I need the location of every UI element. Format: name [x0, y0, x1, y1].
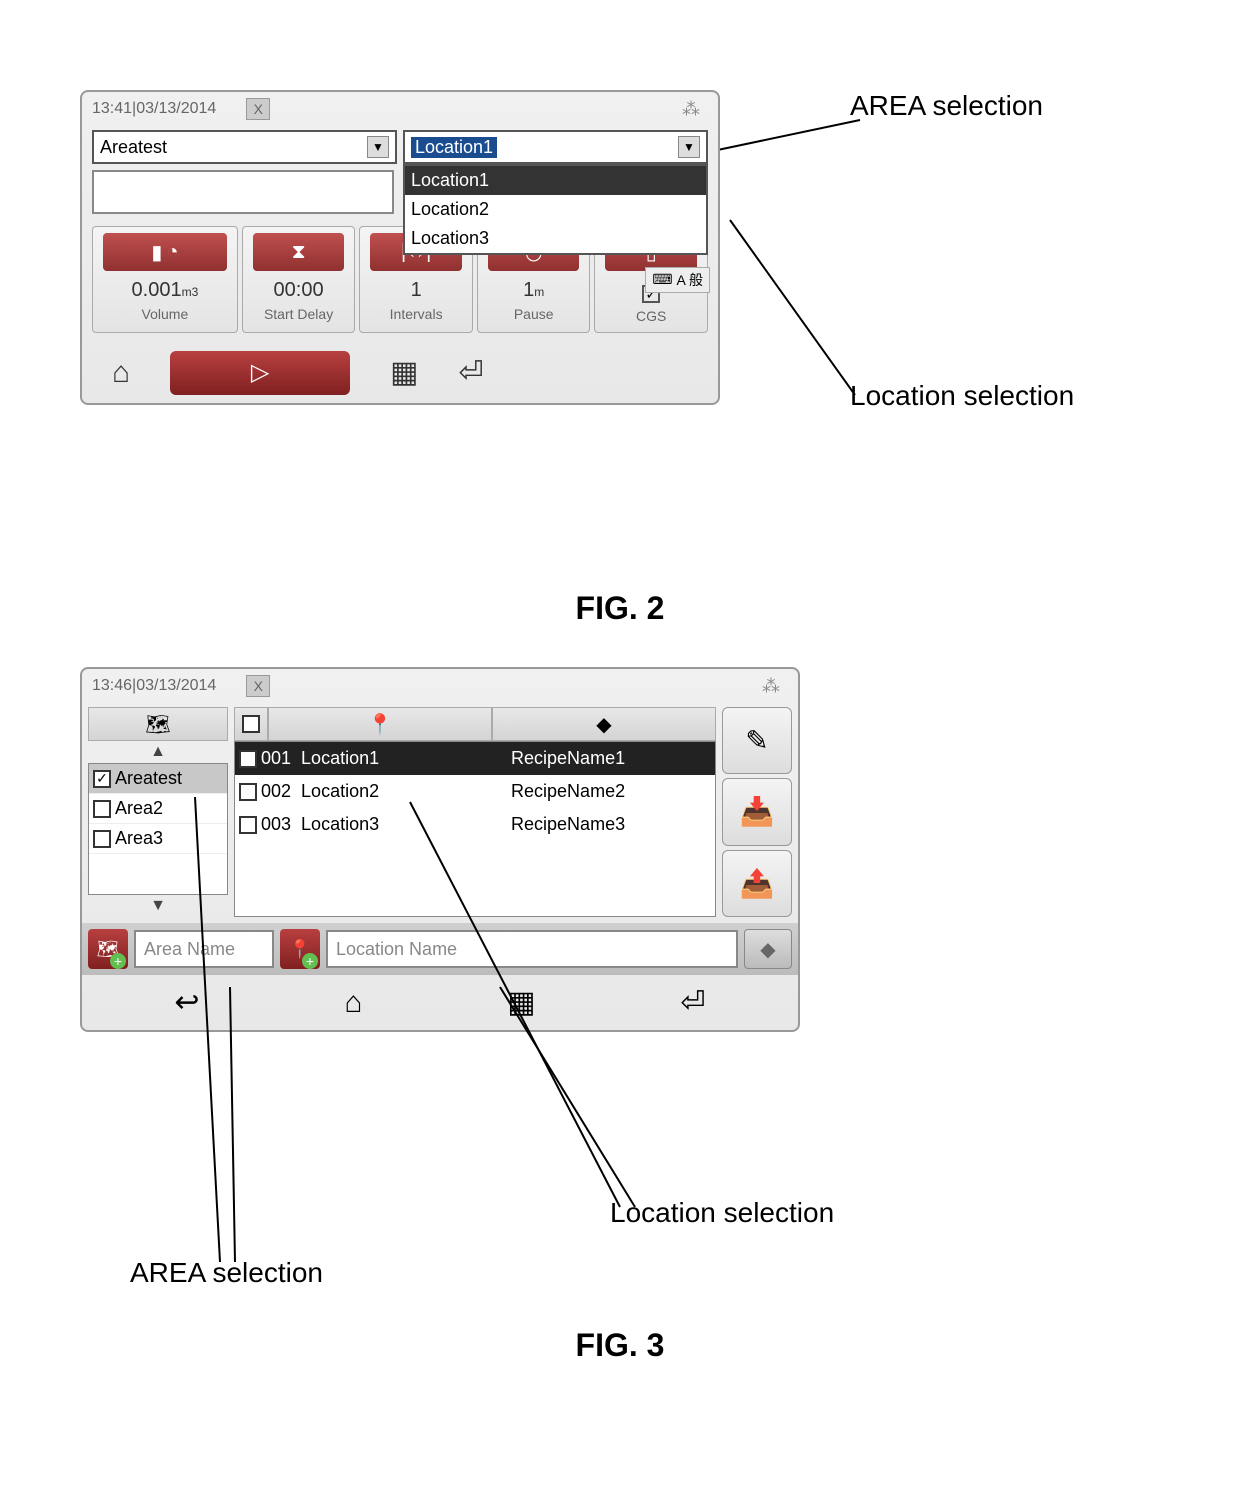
- network-icon: ⁂: [762, 676, 780, 697]
- apps-button[interactable]: ▦: [390, 355, 418, 390]
- location-row[interactable]: ✓001 Location1 RecipeName1: [235, 742, 715, 775]
- map-icon: 🗺: [145, 712, 170, 737]
- location-checkbox[interactable]: ✓: [239, 750, 257, 768]
- clock-date: 03/13/2014: [136, 100, 216, 118]
- location-checkbox[interactable]: [239, 783, 257, 801]
- logout-button[interactable]: ⏎: [458, 355, 483, 390]
- chevron-down-icon: ▼: [678, 136, 700, 158]
- annotation-area-selection-fig3: AREA selection: [130, 1257, 323, 1289]
- add-location-button[interactable]: 📍+: [280, 929, 320, 969]
- layers-icon: ◆: [760, 937, 775, 962]
- notes-input[interactable]: [92, 170, 394, 214]
- location-name-input[interactable]: Location Name: [326, 930, 738, 968]
- location-list: ✓001 Location1 RecipeName1 002 Location2…: [234, 741, 716, 917]
- volume-tile[interactable]: ▮◔ 0.001m3 Volume: [92, 226, 238, 333]
- back-button[interactable]: ↩: [174, 985, 199, 1020]
- hourglass-icon: ⧗: [292, 241, 306, 264]
- fig2-panel: 13:41 | 03/13/2014 X ⁂ Areatest ▼ Locati…: [80, 90, 720, 405]
- figure-2-label: FIG. 2: [20, 590, 1220, 627]
- fig3-header: 13:46 | 03/13/2014 X ⁂: [82, 669, 798, 703]
- clock-icon: ◔: [166, 241, 178, 264]
- pencil-icon: ✎: [745, 724, 768, 757]
- location-column-header: 📍: [268, 707, 492, 741]
- checkbox[interactable]: [242, 715, 260, 733]
- area-row[interactable]: ✓ Areatest: [89, 764, 227, 794]
- ime-indicator[interactable]: ⌨ A 般: [645, 267, 710, 293]
- folder-out-icon: 📤: [740, 867, 775, 900]
- scroll-up-button[interactable]: ▲: [88, 741, 228, 763]
- home-button[interactable]: ⌂: [112, 356, 130, 390]
- area-row[interactable]: Area2: [89, 794, 227, 824]
- fig3-panel: 13:46 | 03/13/2014 X ⁂ 🗺 ▲ ✓ Areatest Ar…: [80, 667, 800, 1032]
- home-button[interactable]: ⌂: [344, 986, 362, 1020]
- scroll-down-button[interactable]: ▼: [88, 895, 228, 917]
- add-area-button[interactable]: 🗺+: [88, 929, 128, 969]
- location-row[interactable]: 003 Location3 RecipeName3: [235, 808, 715, 841]
- area-checkbox[interactable]: [93, 800, 111, 818]
- figure-3-label: FIG. 3: [20, 1327, 1220, 1364]
- area-dropdown[interactable]: Areatest ▼: [92, 130, 397, 164]
- area-dropdown-value: Areatest: [100, 137, 167, 158]
- location-option[interactable]: Location1: [405, 166, 706, 195]
- chevron-down-icon: ▼: [367, 136, 389, 158]
- area-column-header: 🗺: [88, 707, 228, 741]
- clock-date: 03/13/2014: [136, 677, 216, 695]
- annotation-location-selection-fig3: Location selection: [610, 1197, 834, 1229]
- location-row[interactable]: 002 Location2 RecipeName2: [235, 775, 715, 808]
- apps-button[interactable]: ▦: [507, 985, 535, 1020]
- annotation-location-selection-fig2: Location selection: [850, 380, 1074, 412]
- volume-icon: ▮: [151, 240, 162, 265]
- area-row[interactable]: Area3: [89, 824, 227, 854]
- pin-icon: 📍: [368, 712, 393, 737]
- fig2-header: 13:41 | 03/13/2014 X ⁂: [82, 92, 718, 126]
- location-dropdown-list: Location1 Location2 Location3: [403, 164, 708, 255]
- play-button[interactable]: ▷: [170, 351, 350, 395]
- link-recipe-button[interactable]: ◆: [744, 929, 792, 969]
- area-checkbox[interactable]: ✓: [93, 770, 111, 788]
- annotation-area-selection-fig2: AREA selection: [850, 90, 1043, 122]
- select-all-header[interactable]: [234, 707, 268, 741]
- close-button[interactable]: X: [246, 98, 270, 120]
- location-checkbox[interactable]: [239, 816, 257, 834]
- network-icon: ⁂: [682, 99, 700, 120]
- location-option[interactable]: Location2: [405, 195, 706, 224]
- logout-button[interactable]: ⏎: [680, 985, 705, 1020]
- clock-time: 13:41: [92, 100, 132, 118]
- recipe-column-header: ◆: [492, 707, 716, 741]
- start-delay-tile[interactable]: ⧗ 00:00 Start Delay: [242, 226, 356, 333]
- import-button[interactable]: 📥: [722, 778, 792, 845]
- layers-icon: ◆: [596, 712, 611, 737]
- location-dropdown-value: Location1: [411, 137, 497, 158]
- area-checkbox[interactable]: [93, 830, 111, 848]
- area-list: ✓ Areatest Area2 Area3: [88, 763, 228, 895]
- folder-in-icon: 📥: [740, 795, 775, 828]
- clock-time: 13:46: [92, 677, 132, 695]
- close-button[interactable]: X: [246, 675, 270, 697]
- keyboard-icon: ⌨: [652, 271, 672, 288]
- location-dropdown[interactable]: Location1 ▼ Location1 Location2 Location…: [403, 130, 708, 164]
- location-option[interactable]: Location3: [405, 224, 706, 253]
- edit-button[interactable]: ✎: [722, 707, 792, 774]
- area-name-input[interactable]: Area Name: [134, 930, 274, 968]
- export-button[interactable]: 📤: [722, 850, 792, 917]
